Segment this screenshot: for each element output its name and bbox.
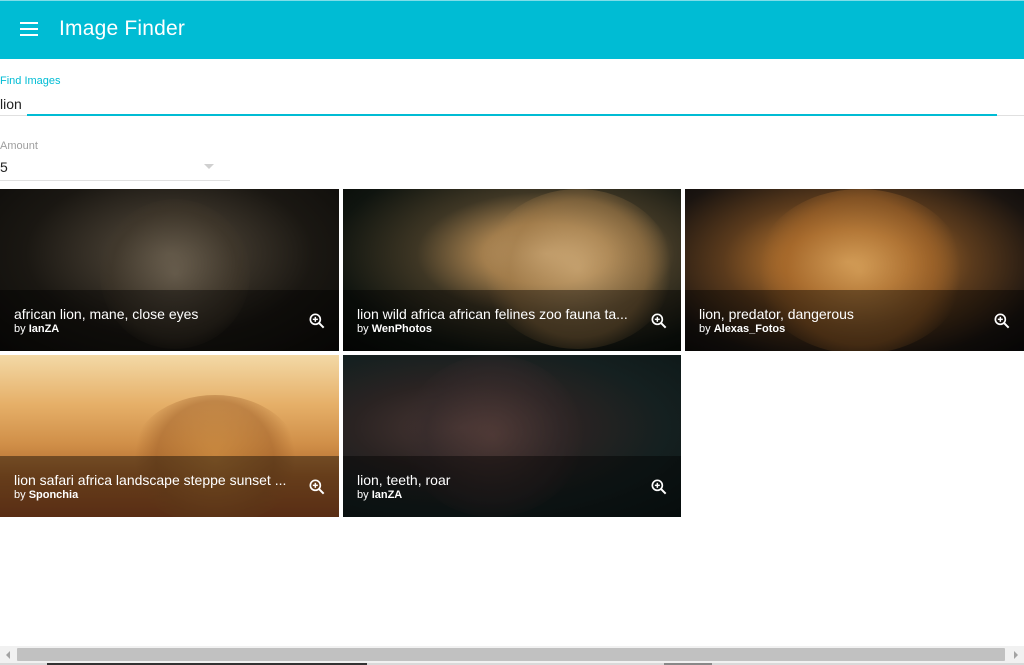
tile-author: IanZA — [28, 323, 60, 335]
tile-title: lion wild africa african felines zoo fau… — [357, 306, 628, 322]
image-tile[interactable]: lion wild africa african felines zoo fau… — [343, 189, 681, 351]
image-tile[interactable]: lion, predator, dangerous by Alexas_Foto… — [685, 189, 1024, 351]
image-tile[interactable]: lion, teeth, roar by IanZA — [343, 355, 681, 517]
tile-author: Alexas_Fotos — [713, 323, 786, 335]
amount-select[interactable]: 5 — [0, 158, 230, 181]
by-label: by — [699, 323, 711, 335]
amount-selected-value: 5 — [0, 159, 8, 175]
amount-label: Amount — [0, 140, 38, 152]
tile-title: african lion, mane, close eyes — [14, 306, 199, 322]
image-tile[interactable]: lion safari africa landscape steppe suns… — [0, 355, 339, 517]
tile-byline: by Sponchia — [14, 489, 78, 501]
scroll-right-arrow-icon[interactable] — [1007, 646, 1024, 663]
zoom-in-icon[interactable] — [307, 477, 327, 497]
tile-author: Sponchia — [28, 489, 79, 501]
zoom-in-icon[interactable] — [649, 311, 669, 331]
hamburger-menu-icon[interactable] — [20, 22, 38, 36]
by-label: by — [357, 323, 369, 335]
zoom-in-icon[interactable] — [992, 311, 1012, 331]
horizontal-scrollbar[interactable] — [0, 646, 1024, 663]
search-input[interactable] — [0, 94, 996, 114]
image-tile[interactable]: african lion, mane, close eyes by IanZA — [0, 189, 339, 351]
tile-byline: by IanZA — [357, 489, 402, 501]
tile-title: lion, teeth, roar — [357, 472, 451, 488]
tile-byline: by WenPhotos — [357, 323, 432, 335]
scroll-left-arrow-icon[interactable] — [0, 646, 17, 663]
by-label: by — [14, 323, 26, 335]
scrollbar-thumb[interactable] — [17, 648, 1005, 661]
tile-title: lion safari africa landscape steppe suns… — [14, 472, 287, 488]
by-label: by — [14, 489, 26, 501]
zoom-in-icon[interactable] — [649, 477, 669, 497]
tile-title: lion, predator, dangerous — [699, 306, 854, 322]
dropdown-arrow-icon — [204, 164, 214, 169]
find-images-label: Find Images — [0, 75, 61, 87]
app-bar: Image Finder — [0, 0, 1024, 59]
search-focus-underline — [27, 114, 997, 116]
by-label: by — [357, 489, 369, 501]
tile-author: WenPhotos — [371, 323, 432, 335]
tile-byline: by IanZA — [14, 323, 59, 335]
app-title: Image Finder — [59, 17, 186, 40]
zoom-in-icon[interactable] — [307, 311, 327, 331]
tile-author: IanZA — [371, 489, 403, 501]
tile-byline: by Alexas_Fotos — [699, 323, 785, 335]
